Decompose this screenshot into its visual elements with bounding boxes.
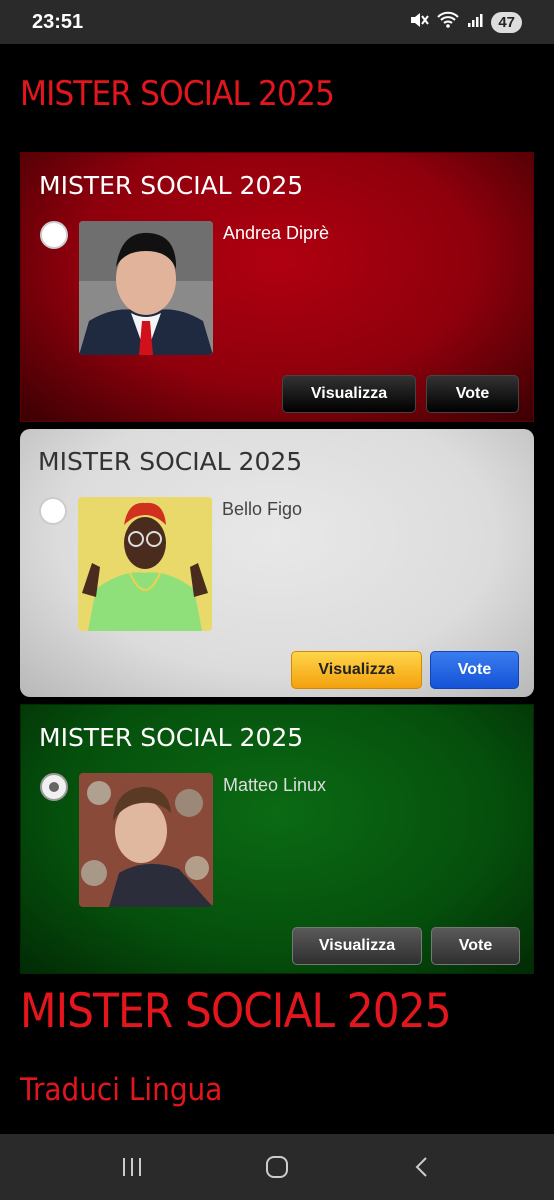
wifi-icon [437, 11, 460, 34]
translate-language-link[interactable]: Traduci Lingua [20, 1072, 222, 1108]
card-title: MISTER SOCIAL 2025 [38, 447, 303, 476]
candidate-photo-2 [78, 497, 212, 631]
battery-indicator: 47 [491, 11, 522, 33]
page-title: MISTER SOCIAL 2025 [20, 74, 335, 114]
status-bar: 23:51 47 [0, 0, 554, 44]
candidate-radio-2[interactable] [39, 497, 67, 525]
candidate-radio-1[interactable] [40, 221, 68, 249]
candidate-name: Bello Figo [222, 499, 303, 519]
candidate-name: Andrea Diprè [223, 223, 330, 243]
back-icon[interactable] [392, 1142, 452, 1192]
recent-apps-icon[interactable] [102, 1142, 162, 1192]
view-button-3[interactable]: Visualizza [292, 927, 422, 965]
signal-icon [467, 12, 483, 33]
view-button-1[interactable]: Visualizza [282, 375, 416, 413]
mute-icon [409, 11, 430, 34]
card-title: MISTER SOCIAL 2025 [39, 723, 304, 752]
vote-button-3[interactable]: Vote [431, 927, 520, 965]
status-time: 23:51 [32, 10, 84, 33]
candidate-radio-3[interactable] [40, 773, 68, 801]
footer-title: MISTER SOCIAL 2025 [20, 984, 452, 1039]
home-icon[interactable] [247, 1142, 307, 1192]
candidate-card-3: MISTER SOCIAL 2025 Matteo Linux Visualiz… [20, 704, 534, 974]
candidate-card-1: MISTER SOCIAL 2025 Andrea Diprè Visualiz… [20, 152, 534, 422]
view-button-2[interactable]: Visualizza [291, 651, 422, 689]
candidate-name: Matteo Linux [223, 775, 327, 795]
candidate-card-2: MISTER SOCIAL 2025 Bello Figo Visualizza… [20, 429, 534, 697]
candidate-photo-3 [79, 773, 213, 907]
status-icons: 47 [409, 11, 522, 34]
candidate-photo-1 [79, 221, 213, 355]
vote-button-2[interactable]: Vote [430, 651, 519, 689]
vote-button-1[interactable]: Vote [426, 375, 519, 413]
navigation-bar [0, 1134, 554, 1200]
card-title: MISTER SOCIAL 2025 [39, 171, 304, 200]
